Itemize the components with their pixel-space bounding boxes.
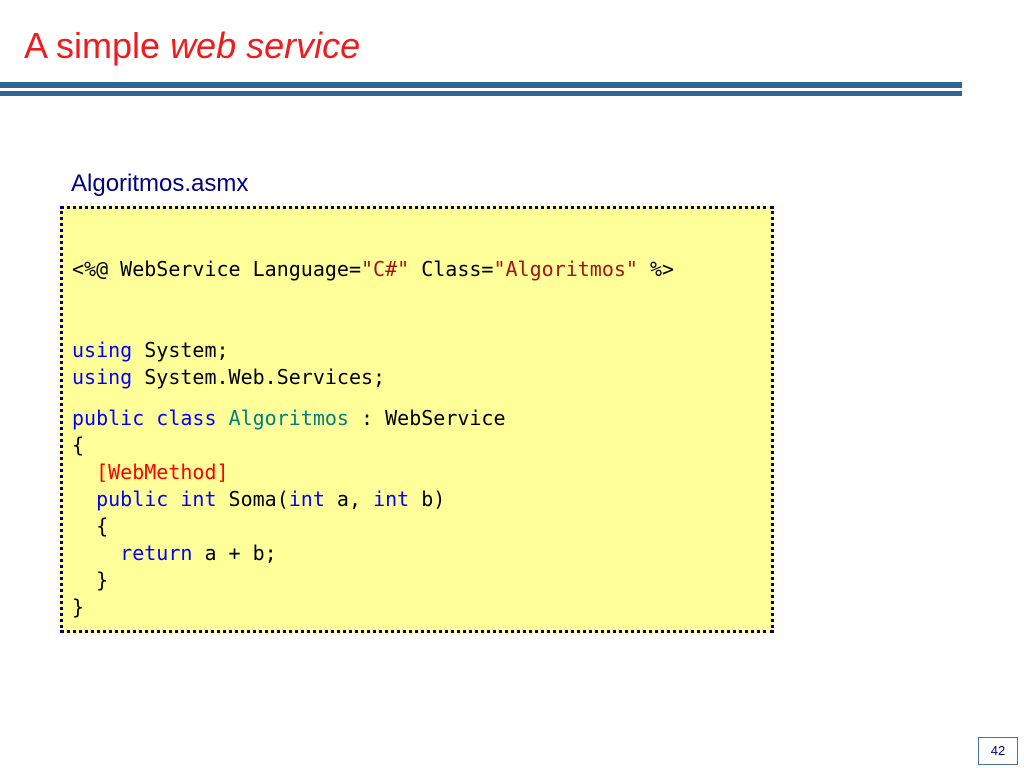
code-keyword: using — [72, 338, 133, 362]
code-token: Soma( — [216, 487, 289, 511]
code-block: <%@ WebService Language="C#" Class="Algo… — [60, 206, 774, 633]
slide-title-emphasis: web service — [170, 25, 361, 66]
code-token: { — [72, 514, 109, 538]
code-line-method-open-brace: { — [72, 513, 108, 540]
code-keyword: public — [72, 406, 145, 430]
code-keyword: public — [96, 487, 169, 511]
code-keyword: return — [120, 541, 193, 565]
title-underline-divider — [0, 82, 962, 96]
code-attribute: [WebMethod] — [96, 460, 229, 484]
code-token: : WebService — [348, 406, 506, 430]
code-token: System; — [132, 338, 229, 362]
code-keyword: int — [373, 487, 410, 511]
code-line-class-open-brace: { — [72, 432, 84, 459]
code-token: a + b; — [192, 541, 277, 565]
code-token: { — [72, 433, 85, 457]
code-line-method-signature: public int Soma(int a, int b) — [72, 486, 445, 513]
title-rule-bottom-bar — [0, 91, 962, 96]
code-line-using-services: using System.Web.Services; — [72, 364, 385, 391]
code-token: } — [72, 595, 85, 619]
code-token: %> — [637, 257, 675, 281]
code-token: b) — [409, 487, 446, 511]
code-token: System.Web.Services; — [132, 365, 386, 389]
code-line-class-declaration: public class Algoritmos : WebService — [72, 405, 506, 432]
code-keyword: class — [156, 406, 217, 430]
code-line-using-system: using System; — [72, 337, 229, 364]
code-keyword: int — [180, 487, 217, 511]
code-string: "C#" — [360, 257, 410, 281]
code-type: Algoritmos — [228, 406, 349, 430]
code-keyword: int — [288, 487, 325, 511]
code-token: } — [72, 568, 109, 592]
code-line-method-close-brace: } — [72, 567, 108, 594]
page-number-badge: 42 — [978, 737, 1018, 765]
code-token: <%@ WebService Language= — [72, 257, 361, 281]
code-line-directive: <%@ WebService Language="C#" Class="Algo… — [72, 256, 674, 283]
code-line-class-close-brace: } — [72, 594, 84, 621]
code-token: Class= — [409, 257, 494, 281]
code-string: "Algoritmos" — [493, 257, 638, 281]
code-token: a, — [324, 487, 374, 511]
code-line-return: return a + b; — [72, 540, 277, 567]
code-line-attribute: [WebMethod] — [72, 459, 229, 486]
file-name-label: Algoritmos.asmx — [71, 170, 249, 197]
code-keyword: using — [72, 365, 133, 389]
slide-title: A simple web service — [24, 24, 360, 68]
slide-title-plain: A simple — [24, 25, 171, 66]
